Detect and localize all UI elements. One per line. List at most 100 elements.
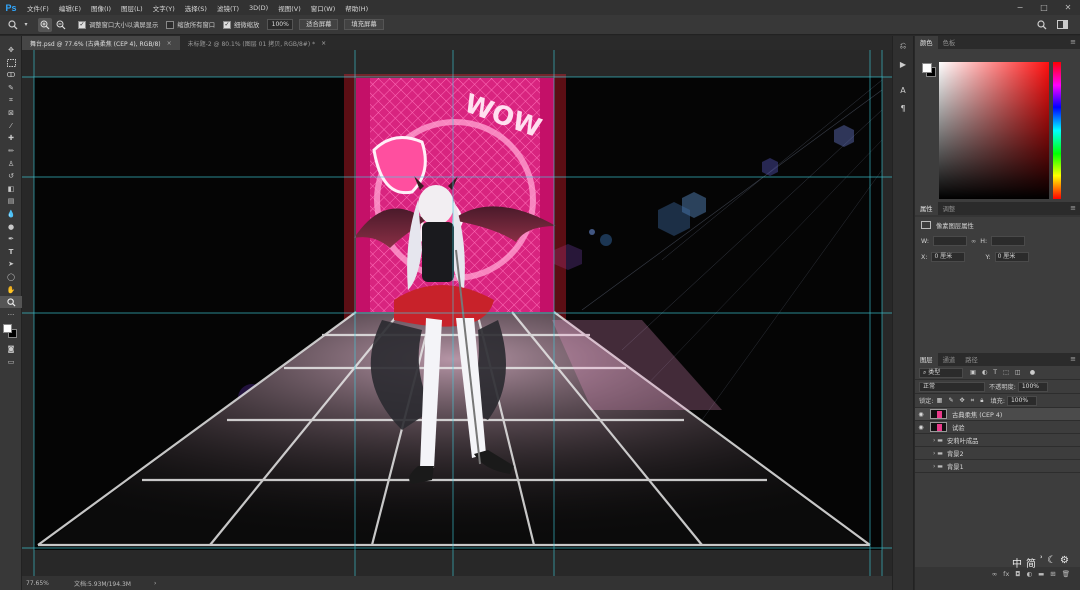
- foreground-color-swatch[interactable]: [922, 63, 932, 73]
- zoom-in-icon[interactable]: [38, 17, 52, 32]
- frame-tool-icon[interactable]: ⊠: [0, 107, 22, 120]
- link-layers-icon[interactable]: ∞: [992, 570, 997, 578]
- menu-edit[interactable]: 编辑(E): [54, 3, 86, 13]
- x-field[interactable]: 0 厘米: [931, 252, 966, 262]
- fx-icon[interactable]: fx: [1003, 570, 1009, 578]
- filter-toggle-icon[interactable]: ●: [1030, 369, 1035, 376]
- resize-windows-checkbox[interactable]: ✓: [78, 20, 86, 29]
- canvas-area[interactable]: WOW: [22, 50, 892, 576]
- ime-moon-icon[interactable]: ☾: [1047, 555, 1056, 570]
- marquee-tool-icon[interactable]: [0, 57, 22, 70]
- healing-tool-icon[interactable]: ✚: [0, 132, 22, 145]
- trash-icon[interactable]: 🗑︎: [1062, 570, 1070, 578]
- close-tab-icon[interactable]: ×: [167, 40, 172, 47]
- fill-input[interactable]: 100%: [1006, 395, 1037, 406]
- zoom-percent-input[interactable]: 100%: [267, 19, 294, 30]
- dodge-tool-icon[interactable]: ●: [0, 220, 22, 233]
- menu-3d[interactable]: 3D(D): [244, 4, 273, 12]
- blur-tool-icon[interactable]: 💧: [0, 208, 22, 221]
- layer-row[interactable]: › ▬ 背景1: [915, 460, 1080, 473]
- menu-file[interactable]: 文件(F): [22, 3, 54, 13]
- menu-view[interactable]: 视图(V): [273, 3, 306, 13]
- visibility-eye-icon[interactable]: ◉: [915, 411, 927, 418]
- brush-tool-icon[interactable]: ✏: [0, 145, 22, 158]
- tab-properties[interactable]: 属性: [915, 202, 938, 215]
- zoom-out-icon[interactable]: [54, 18, 68, 32]
- tab-layers[interactable]: 图层: [915, 353, 938, 366]
- layer-row[interactable]: ◉ 古典柔焦 (CEP 4): [915, 408, 1080, 421]
- zoom-all-checkbox[interactable]: [166, 20, 175, 29]
- status-zoom[interactable]: 77.65%: [26, 580, 70, 587]
- actions-panel-icon[interactable]: ▶: [893, 56, 913, 72]
- menu-image[interactable]: 图像(I): [86, 3, 116, 13]
- lock-transparent-icon[interactable]: ▦: [936, 397, 942, 404]
- fit-screen-button[interactable]: 适合屏幕: [299, 19, 339, 30]
- close-tab-icon[interactable]: ×: [321, 40, 326, 47]
- folder-icon[interactable]: › ▬: [933, 437, 943, 444]
- ime-simplified[interactable]: 简: [1026, 555, 1036, 570]
- filter-shape-icon[interactable]: ⬚: [1003, 369, 1009, 376]
- gradient-tool-icon[interactable]: ▤: [0, 195, 22, 208]
- ime-settings-icon[interactable]: ⚙: [1060, 555, 1069, 570]
- filter-type-icon[interactable]: T: [993, 369, 997, 376]
- lock-pixels-icon[interactable]: ✎: [948, 397, 953, 404]
- lock-all-icon[interactable]: 🔒︎: [980, 397, 983, 405]
- folder-icon[interactable]: › ▬: [933, 463, 943, 470]
- minimize-button[interactable]: −: [1008, 0, 1032, 15]
- tab-stage-psd[interactable]: 舞台.psd @ 77.6% (古典柔焦 (CEP 4), RGB/8) ×: [22, 36, 180, 50]
- document-canvas[interactable]: WOW: [22, 50, 892, 576]
- filter-smart-icon[interactable]: ◫: [1015, 369, 1021, 376]
- menu-type[interactable]: 文字(Y): [148, 3, 180, 13]
- ime-punctuation-icon[interactable]: ʾ: [1040, 555, 1043, 570]
- panel-menu-icon[interactable]: ≡: [1070, 38, 1076, 46]
- type-tool-icon[interactable]: T: [0, 246, 22, 259]
- maximize-button[interactable]: □: [1032, 0, 1056, 15]
- history-brush-tool-icon[interactable]: ↺: [0, 170, 22, 183]
- zoom-tool-icon[interactable]: [0, 295, 22, 309]
- stamp-tool-icon[interactable]: ♙: [0, 157, 22, 170]
- close-window-button[interactable]: ✕: [1056, 0, 1080, 15]
- tab-paths[interactable]: 路径: [960, 353, 983, 366]
- saturation-field[interactable]: [939, 62, 1049, 199]
- blend-mode-select[interactable]: 正常: [919, 381, 985, 392]
- menu-help[interactable]: 帮助(H): [340, 3, 373, 13]
- panel-menu-icon[interactable]: ≡: [1070, 355, 1076, 363]
- visibility-eye-icon[interactable]: ◉: [915, 424, 927, 431]
- eyedropper-tool-icon[interactable]: ⁄: [0, 120, 22, 133]
- filter-pixel-icon[interactable]: ▣: [970, 369, 976, 376]
- menu-filter[interactable]: 滤镜(T): [212, 3, 244, 13]
- paragraph-panel-icon[interactable]: ¶: [893, 100, 913, 116]
- layer-filter-select[interactable]: ⌕ 类型: [919, 367, 963, 378]
- layer-row[interactable]: ◉ 试验: [915, 421, 1080, 434]
- menu-select[interactable]: 选择(S): [180, 3, 212, 13]
- workspace-icon[interactable]: [1054, 17, 1070, 33]
- move-tool-icon[interactable]: ✥: [0, 44, 22, 57]
- status-arrow[interactable]: ›: [154, 580, 156, 587]
- quick-select-tool-icon[interactable]: ✎: [0, 82, 22, 95]
- magnifier-icon[interactable]: [6, 18, 20, 32]
- menu-layer[interactable]: 图层(L): [116, 3, 148, 13]
- lock-artboard-icon[interactable]: ⌗: [971, 397, 974, 405]
- foreground-color-swatch[interactable]: [3, 324, 12, 334]
- crop-tool-icon[interactable]: ⌗: [0, 94, 22, 107]
- new-group-icon[interactable]: ▬: [1038, 570, 1044, 578]
- layer-row[interactable]: › ▬ 背景2: [915, 447, 1080, 460]
- tab-channels[interactable]: 通道: [938, 353, 961, 366]
- search-icon[interactable]: [1034, 17, 1050, 33]
- hue-slider[interactable]: [1053, 62, 1061, 199]
- link-icon[interactable]: ∞: [971, 238, 976, 245]
- lock-position-icon[interactable]: ✥: [960, 397, 965, 404]
- history-panel-icon[interactable]: ⎌: [893, 38, 913, 54]
- folder-icon[interactable]: › ▬: [933, 450, 943, 457]
- height-field[interactable]: [991, 236, 1026, 246]
- eraser-tool-icon[interactable]: ◧: [0, 183, 22, 196]
- screen-mode-icon[interactable]: ▭: [0, 356, 22, 369]
- tab-adjustments[interactable]: 调整: [938, 202, 961, 215]
- opacity-input[interactable]: 100%: [1017, 381, 1048, 392]
- character-panel-icon[interactable]: A: [893, 82, 913, 98]
- layer-row[interactable]: › ▬ 安莉叶成品: [915, 434, 1080, 447]
- tab-untitled-2[interactable]: 未标题-2 @ 80.1% (图层 01 拷贝, RGB/8#) * ×: [180, 36, 334, 50]
- ime-chinese[interactable]: 中: [1012, 555, 1022, 570]
- tab-color[interactable]: 颜色: [915, 36, 938, 49]
- width-field[interactable]: [932, 236, 967, 246]
